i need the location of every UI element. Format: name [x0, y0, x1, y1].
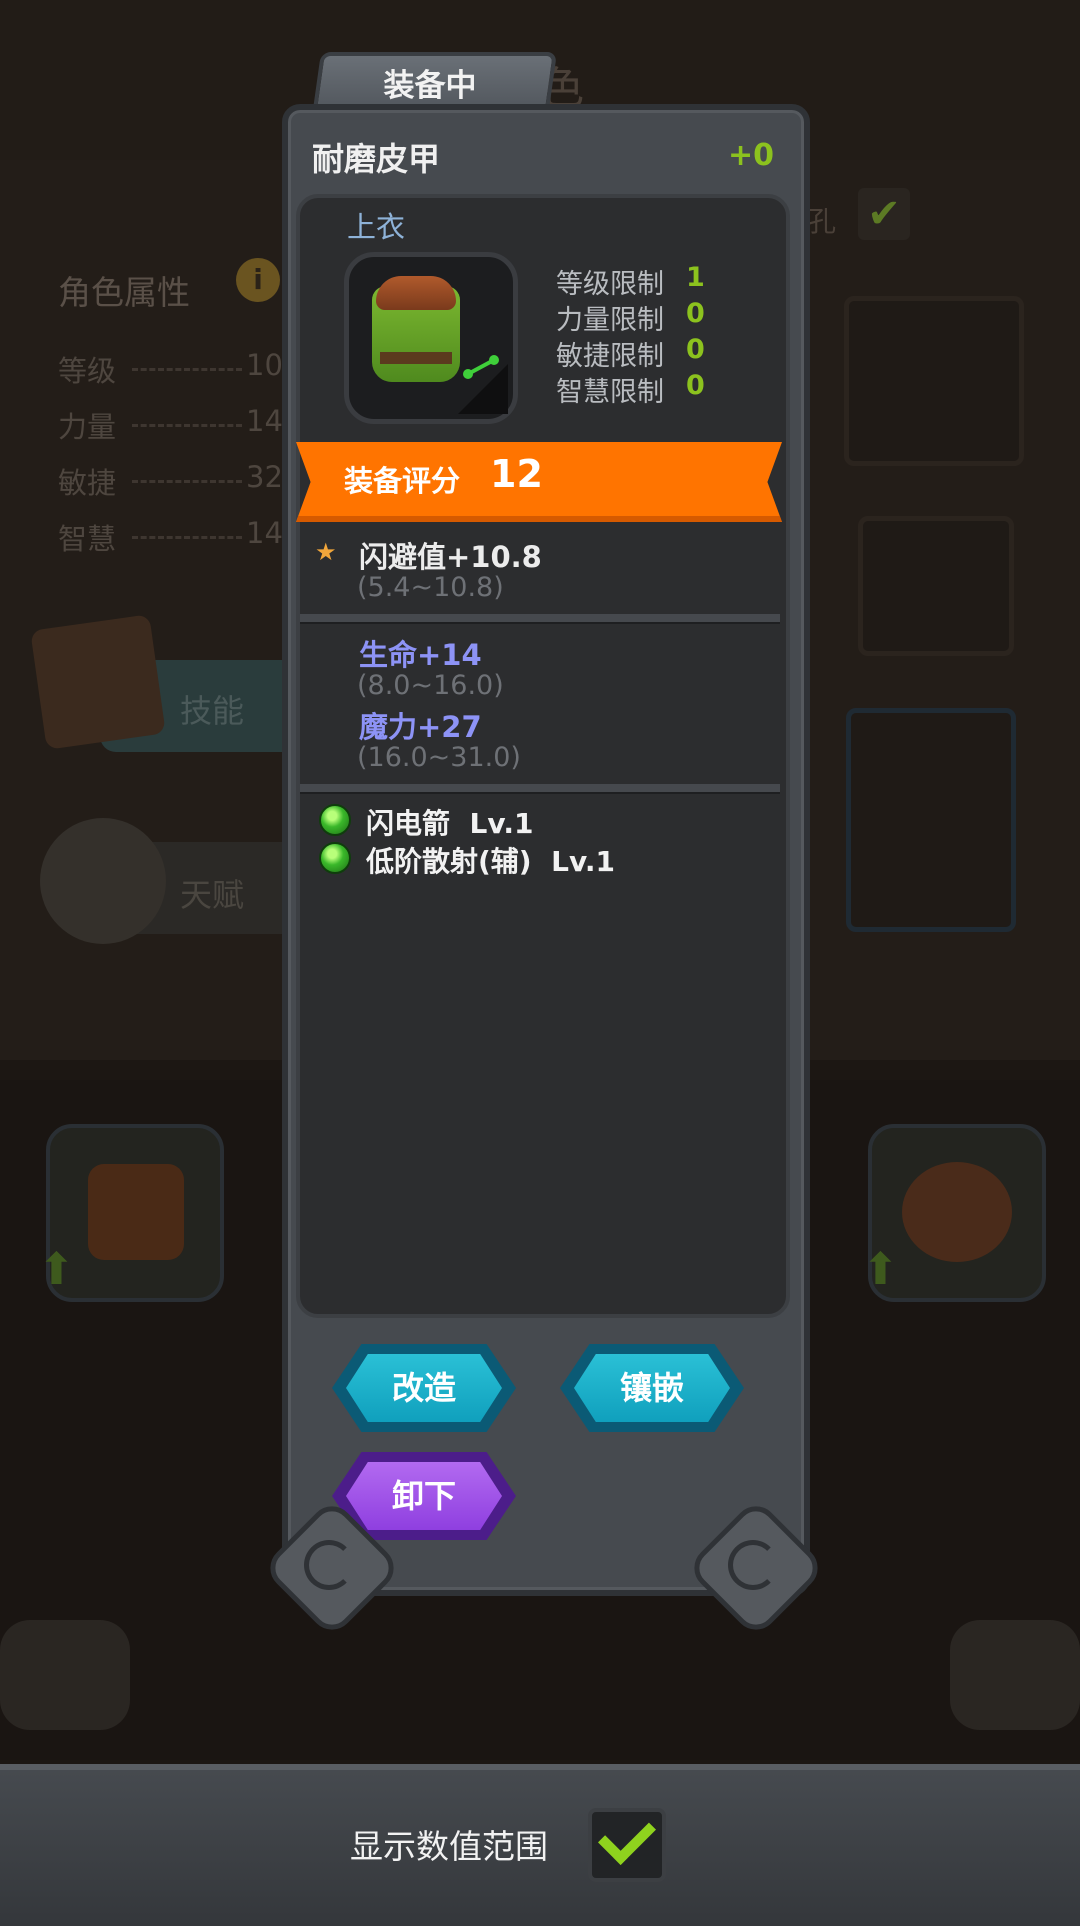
- armor-collar: [376, 276, 456, 310]
- requirement-value: 0: [686, 298, 705, 329]
- main-stat: 闪避值+10.8: [359, 540, 542, 574]
- skill-entry: 低阶散射(辅) Lv.1: [366, 840, 615, 880]
- divider: [300, 784, 780, 794]
- socket-link-icon: [463, 355, 499, 379]
- bg-equip-slot: [858, 516, 1014, 656]
- bg-dash: [132, 536, 242, 539]
- score-value: 12: [490, 452, 543, 496]
- item-slot-type: 上衣: [347, 210, 406, 244]
- requirement-value: 0: [686, 370, 705, 401]
- bg-stat-value: 14: [246, 404, 283, 438]
- bg-check-icon: ✔: [858, 188, 910, 240]
- bonus-stat: 生命+14: [359, 638, 482, 672]
- bg-stat-value: 32: [246, 460, 283, 494]
- bonus-stat-range: (16.0~31.0): [357, 742, 521, 773]
- armor-belt: [380, 352, 452, 364]
- skill-level: Lv.1: [469, 807, 534, 840]
- info-icon: i: [236, 258, 280, 302]
- main-stat-range: (5.4~10.8): [357, 572, 504, 603]
- score-label: 装备评分: [344, 464, 461, 498]
- skill-level: Lv.1: [551, 845, 616, 878]
- swirl-ornament: [728, 1540, 778, 1590]
- requirement-label: 力量限制: [556, 305, 664, 336]
- bg-stat-label: 智慧: [58, 522, 117, 556]
- divider: [300, 614, 780, 624]
- bg-dash: [132, 424, 242, 427]
- bg-dash: [132, 480, 242, 483]
- skill-entry: 闪电箭 Lv.1: [366, 802, 533, 842]
- inlay-button[interactable]: 镶嵌: [560, 1344, 744, 1432]
- reforge-button[interactable]: 改造: [332, 1344, 516, 1432]
- bg-rock: [0, 1620, 130, 1730]
- requirement-label: 等级限制: [556, 269, 664, 300]
- bg-stat-value: 10: [246, 348, 283, 382]
- upgrade-arrow-icon: ⬆: [862, 1244, 899, 1295]
- bg-item-art: [902, 1162, 1012, 1262]
- bg-skill-label: 技能: [180, 692, 245, 730]
- bg-weapon-slot: [846, 708, 1016, 932]
- bg-attributes-title: 角色属性: [58, 273, 190, 312]
- skill-name: 低阶散射(辅): [366, 845, 532, 878]
- bg-rock: [950, 1620, 1080, 1730]
- book-icon: [30, 614, 166, 750]
- bg-stat-label: 敏捷: [58, 466, 117, 500]
- star-icon: ★: [315, 538, 337, 566]
- requirement-label: 智慧限制: [556, 377, 664, 408]
- bg-stat-label: 力量: [58, 410, 117, 444]
- requirement-value: 1: [686, 262, 705, 293]
- bg-dash: [132, 368, 242, 371]
- bg-stat-value: 14: [246, 516, 283, 550]
- item-plus-level: +0: [728, 138, 775, 173]
- bg-socket-text: 孔: [808, 205, 837, 238]
- bg-equip-slot: [844, 296, 1024, 466]
- show-range-label: 显示数值范围: [350, 1827, 548, 1866]
- upgrade-arrow-icon: ⬆: [38, 1244, 75, 1295]
- talent-medal-icon: [40, 818, 166, 944]
- bg-talent-label: 天赋: [180, 876, 245, 914]
- bonus-stat: 魔力+27: [359, 710, 482, 744]
- inlay-label: 镶嵌: [619, 1369, 684, 1407]
- bonus-stat-range: (8.0~16.0): [357, 670, 504, 701]
- green-gem-icon: [319, 804, 351, 836]
- green-gem-icon: [319, 842, 351, 874]
- requirement-value: 0: [686, 334, 705, 365]
- bg-stat-label: 等级: [58, 354, 117, 388]
- swirl-ornament: [304, 1540, 354, 1590]
- reforge-label: 改造: [391, 1369, 456, 1407]
- bg-item-art: [88, 1164, 184, 1260]
- requirement-label: 敏捷限制: [556, 341, 664, 372]
- skill-name: 闪电箭: [366, 807, 451, 840]
- item-name: 耐磨皮甲: [312, 140, 441, 178]
